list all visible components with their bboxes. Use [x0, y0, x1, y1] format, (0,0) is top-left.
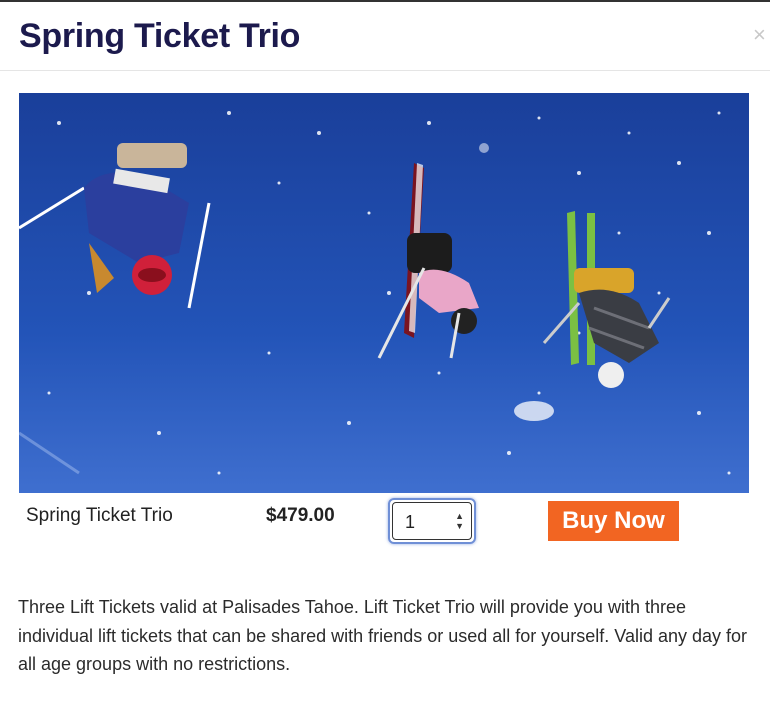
close-icon[interactable]: × [753, 24, 766, 46]
product-description: Three Lift Tickets valid at Palisades Ta… [18, 597, 748, 674]
quantity-select[interactable]: 1 ▲ ▼ [392, 502, 472, 540]
product-modal: Spring Ticket Trio × Spring Ticket Trio … [0, 0, 770, 708]
product-name: Spring Ticket Trio [26, 505, 173, 526]
product-row: Spring Ticket Trio $479.00 1 ▲ ▼ Buy Now [0, 493, 770, 553]
quantity-select-focus-ring: 1 ▲ ▼ [388, 498, 476, 544]
buy-now-button[interactable]: Buy Now [548, 501, 679, 541]
select-arrows-icon: ▲ ▼ [455, 511, 464, 531]
product-price: $479.00 [266, 505, 335, 526]
hero-image [19, 93, 749, 493]
modal-header: Spring Ticket Trio × [0, 2, 770, 71]
modal-title: Spring Ticket Trio [19, 17, 301, 55]
quantity-value: 1 [405, 512, 416, 532]
